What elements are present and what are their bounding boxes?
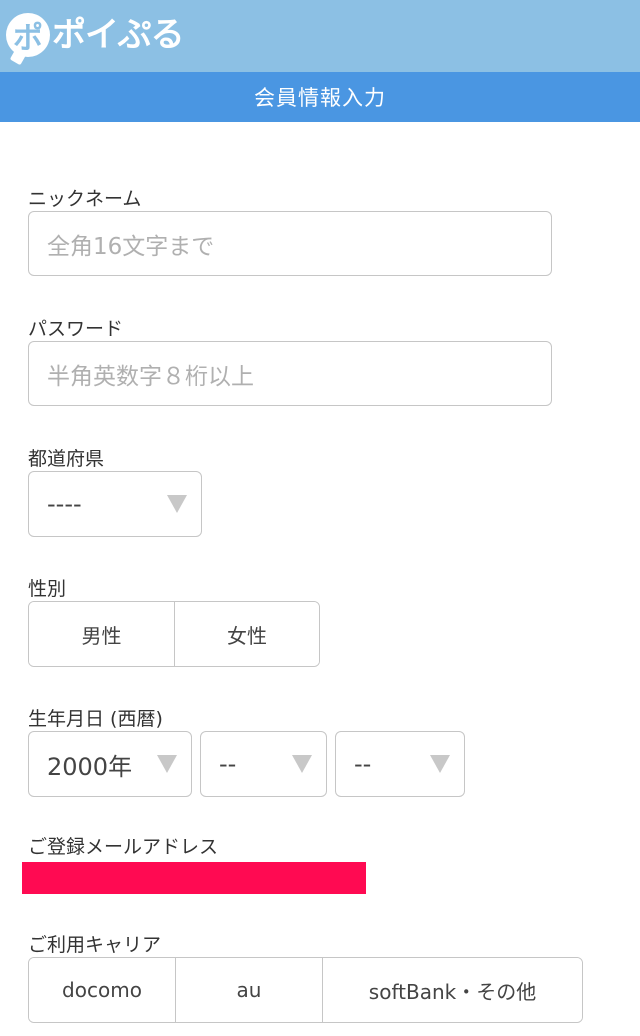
prefecture-label: 都道府県 bbox=[28, 448, 105, 470]
birth-day-value: -- bbox=[354, 750, 372, 778]
password-input[interactable]: 半角英数字８桁以上 bbox=[28, 341, 552, 406]
gender-toggle: 男性 女性 bbox=[28, 601, 320, 667]
carrier-docomo-button[interactable]: docomo bbox=[29, 958, 175, 1022]
nickname-placeholder: 全角16文字まで bbox=[47, 233, 215, 260]
password-label: パスワード bbox=[28, 318, 124, 340]
logo-text: ポイぷる bbox=[52, 15, 185, 55]
email-label: ご登録メールアドレス bbox=[28, 836, 219, 858]
carrier-softbank-button[interactable]: softBank・その他 bbox=[322, 958, 582, 1022]
birth-month-value: -- bbox=[219, 750, 237, 778]
birth-month-select[interactable]: -- bbox=[200, 731, 327, 797]
carrier-au-button[interactable]: au bbox=[175, 958, 322, 1022]
carrier-label: ご利用キャリア bbox=[28, 934, 162, 956]
carrier-toggle: docomo au softBank・その他 bbox=[28, 957, 583, 1023]
nickname-input[interactable]: 全角16文字まで bbox=[28, 211, 552, 276]
birthday-label: 生年月日 (西暦) bbox=[28, 708, 163, 730]
caret-down-icon bbox=[157, 755, 177, 773]
gender-label: 性別 bbox=[28, 578, 67, 600]
page-title: 会員情報入力 bbox=[254, 86, 386, 110]
page-title-bar: 会員情報入力 bbox=[0, 72, 640, 122]
caret-down-icon bbox=[167, 495, 187, 513]
top-bar: ポ ポイぷる bbox=[0, 0, 640, 72]
caret-down-icon bbox=[292, 755, 312, 773]
password-placeholder: 半角英数字８桁以上 bbox=[47, 363, 254, 390]
caret-down-icon bbox=[430, 755, 450, 773]
prefecture-select[interactable]: ---- bbox=[28, 471, 202, 537]
email-value-redacted bbox=[22, 862, 366, 894]
logo-bubble-icon: ポ bbox=[6, 13, 50, 57]
gender-male-button[interactable]: 男性 bbox=[29, 602, 174, 666]
nickname-label: ニックネーム bbox=[28, 188, 142, 210]
birth-year-select[interactable]: 2000年 bbox=[28, 731, 192, 797]
birth-day-select[interactable]: -- bbox=[335, 731, 465, 797]
app-logo[interactable]: ポ ポイぷる bbox=[6, 8, 185, 62]
prefecture-value: ---- bbox=[47, 490, 82, 518]
birth-year-value: 2000年 bbox=[47, 752, 133, 781]
gender-female-button[interactable]: 女性 bbox=[174, 602, 319, 666]
